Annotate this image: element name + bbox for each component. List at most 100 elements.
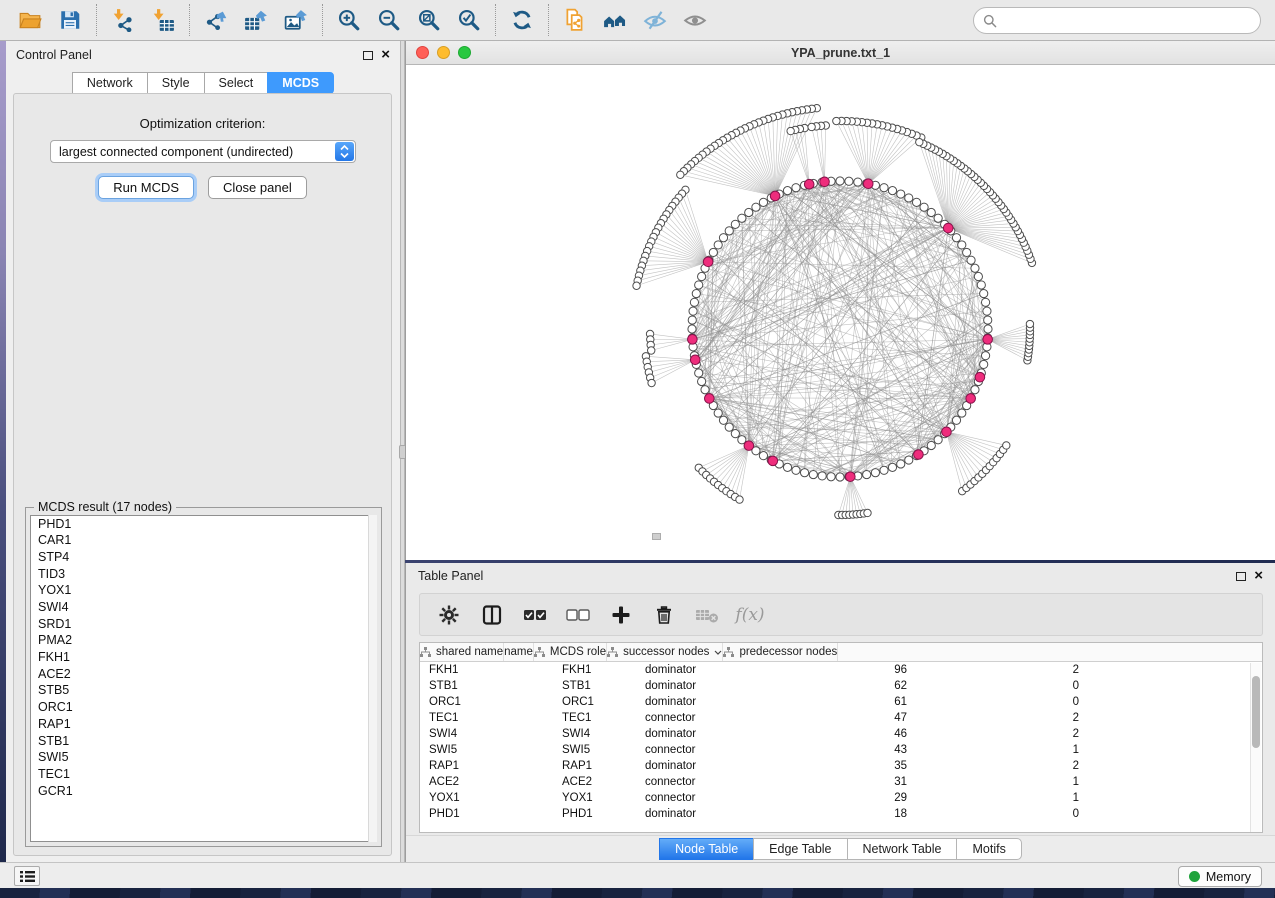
export-table-button[interactable]	[236, 3, 276, 37]
delete-column-icon	[695, 606, 719, 624]
save-session-button[interactable]	[50, 3, 90, 37]
hide-selected-button[interactable]	[635, 3, 675, 37]
mcds-result-item[interactable]: STP4	[31, 549, 376, 566]
control-panel-tab[interactable]: Style	[147, 72, 204, 94]
mcds-result-item[interactable]: ORC1	[31, 700, 376, 717]
table-row[interactable]: ACE2 ACE2 connector 31 1	[420, 774, 1262, 790]
show-columns-button[interactable]	[479, 602, 505, 628]
network-window-titlebar[interactable]: YPA_prune.txt_1	[406, 41, 1275, 65]
mcds-result-item[interactable]: PHD1	[31, 516, 376, 533]
export-network-icon	[204, 8, 228, 32]
mcds-result-item[interactable]: SWI4	[31, 599, 376, 616]
table-tab[interactable]: Node Table	[659, 838, 753, 860]
mcds-result-item[interactable]: CAR1	[31, 533, 376, 550]
column-header[interactable]: shared name	[420, 643, 504, 661]
zoom-selected-button[interactable]	[449, 3, 489, 37]
table-scrollbar-thumb[interactable]	[1252, 676, 1260, 748]
mcds-result-fieldset: MCDS result (17 nodes) PHD1 CAR1 STP4 TI…	[25, 507, 382, 847]
cell-shared-name: YOX1	[420, 792, 553, 804]
table-row[interactable]: RAP1 RAP1 dominator 35 2	[420, 758, 1262, 774]
search-input[interactable]	[1002, 14, 1242, 28]
delete-row-button[interactable]	[651, 602, 677, 628]
mcds-result-item[interactable]: PMA2	[31, 633, 376, 650]
mcds-result-item[interactable]: SWI5	[31, 750, 376, 767]
zoom-fit-button[interactable]	[409, 3, 449, 37]
import-table-button[interactable]	[143, 3, 183, 37]
control-panel-tab[interactable]: Network	[72, 72, 147, 94]
cell-successor-nodes: 31	[784, 776, 931, 788]
float-panel-icon[interactable]	[363, 51, 373, 60]
cell-shared-name: STB1	[420, 680, 553, 692]
mcds-result-item[interactable]: TEC1	[31, 766, 376, 783]
show-all-button[interactable]	[675, 3, 715, 37]
table-row[interactable]: SWI4 SWI4 dominator 46 2	[420, 726, 1262, 742]
table-row[interactable]: ORC1 ORC1 dominator 61 0	[420, 694, 1262, 710]
column-header[interactable]: predecessor nodes	[723, 643, 838, 661]
run-mcds-button[interactable]: Run MCDS	[98, 176, 194, 199]
add-column-button[interactable]	[608, 602, 634, 628]
table-row[interactable]: SWI5 SWI5 connector 43 1	[420, 742, 1262, 758]
control-panel-tab[interactable]: Select	[204, 72, 268, 94]
cell-shared-name: FKH1	[420, 664, 553, 676]
column-header[interactable]: MCDS role	[534, 643, 607, 661]
table-row[interactable]: FKH1 FKH1 dominator 96 2	[420, 662, 1262, 678]
export-image-button[interactable]	[276, 3, 316, 37]
status-bar: Memory	[0, 862, 1275, 888]
control-panel-tab[interactable]: MCDS	[267, 72, 334, 94]
mcds-result-item[interactable]: TID3	[31, 566, 376, 583]
horizontal-splitter-handle[interactable]	[652, 533, 661, 540]
search-field[interactable]	[973, 7, 1261, 34]
select-all-rows-button[interactable]	[522, 602, 548, 628]
optimization-criterion-select[interactable]: largest connected component (undirected)	[50, 140, 356, 163]
close-panel-button[interactable]: Close panel	[208, 176, 307, 199]
mcds-result-list[interactable]: PHD1 CAR1 STP4 TID3 YOX1 SWI4 SRD1 PMA2 …	[30, 515, 377, 842]
refresh-view-button[interactable]	[502, 3, 542, 37]
mcds-list-scrollbar[interactable]	[368, 515, 377, 842]
close-table-panel-icon[interactable]: ×	[1254, 571, 1263, 581]
cell-name: SWI4	[553, 728, 636, 740]
zoom-out-button[interactable]	[369, 3, 409, 37]
network-canvas[interactable]	[406, 65, 1275, 560]
memory-button[interactable]: Memory	[1178, 866, 1262, 887]
column-header[interactable]: name	[504, 643, 534, 661]
column-header[interactable]: successor nodes	[607, 643, 723, 661]
import-network-button[interactable]	[103, 3, 143, 37]
table-settings-button[interactable]	[436, 602, 462, 628]
table-row[interactable]: STB1 STB1 dominator 62 0	[420, 678, 1262, 694]
table-tab[interactable]: Motifs	[956, 838, 1021, 860]
deselect-all-rows-button[interactable]	[565, 602, 591, 628]
mcds-result-item[interactable]: FKH1	[31, 650, 376, 667]
cell-shared-name: PHD1	[420, 808, 553, 820]
duplicate-network-button[interactable]	[555, 3, 595, 37]
column-type-icon	[723, 647, 734, 657]
table-tab[interactable]: Edge Table	[753, 838, 846, 860]
mcds-result-item[interactable]: ACE2	[31, 666, 376, 683]
import-network-icon	[111, 8, 135, 32]
mcds-result-item[interactable]: RAP1	[31, 716, 376, 733]
table-row[interactable]: TEC1 TEC1 connector 47 2	[420, 710, 1262, 726]
table-row[interactable]: YOX1 YOX1 connector 29 1	[420, 790, 1262, 806]
cell-successor-nodes: 46	[784, 728, 931, 740]
float-table-panel-icon[interactable]	[1236, 572, 1246, 581]
network-graph[interactable]	[406, 65, 1274, 559]
column-header-label: MCDS role	[550, 646, 606, 658]
mcds-result-item[interactable]: YOX1	[31, 583, 376, 600]
mcds-result-item[interactable]: GCR1	[31, 783, 376, 800]
mcds-result-item[interactable]: STB5	[31, 683, 376, 700]
table-row[interactable]: PHD1 PHD1 dominator 18 0	[420, 806, 1262, 822]
cell-successor-nodes: 47	[784, 712, 931, 724]
open-session-button[interactable]	[10, 3, 50, 37]
mcds-result-item[interactable]: STB1	[31, 733, 376, 750]
first-neighbors-button[interactable]	[595, 3, 635, 37]
table-tab[interactable]: Network Table	[847, 838, 957, 860]
table-scrollbar[interactable]	[1250, 663, 1261, 832]
cell-predecessor-nodes: 2	[931, 664, 1101, 676]
export-network-button[interactable]	[196, 3, 236, 37]
task-history-button[interactable]	[14, 866, 40, 886]
mcds-result-item[interactable]: SRD1	[31, 616, 376, 633]
export-image-icon	[284, 8, 308, 32]
node-table[interactable]: shared name name MCDS role	[419, 642, 1263, 833]
zoom-in-button[interactable]	[329, 3, 369, 37]
close-panel-icon[interactable]: ×	[381, 50, 390, 60]
cell-mcds-role: connector	[636, 744, 784, 756]
